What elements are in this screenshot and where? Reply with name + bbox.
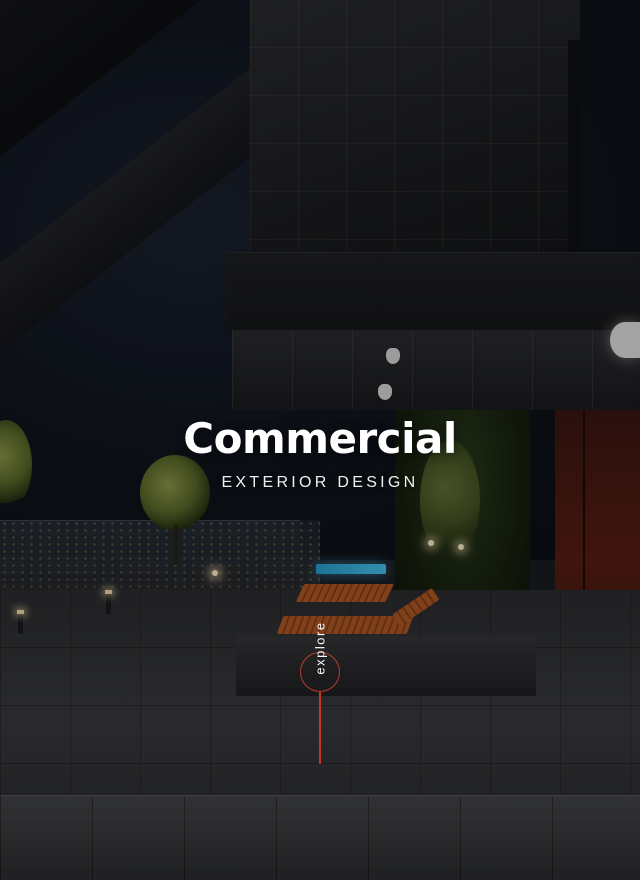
hero-title: Commercial (183, 414, 457, 463)
explore-line (319, 692, 321, 764)
hero-section: Commercial EXTERIOR DESIGN explore (0, 0, 640, 880)
explore-label: explore (312, 621, 328, 675)
hero-subtitle: EXTERIOR DESIGN (221, 474, 419, 491)
